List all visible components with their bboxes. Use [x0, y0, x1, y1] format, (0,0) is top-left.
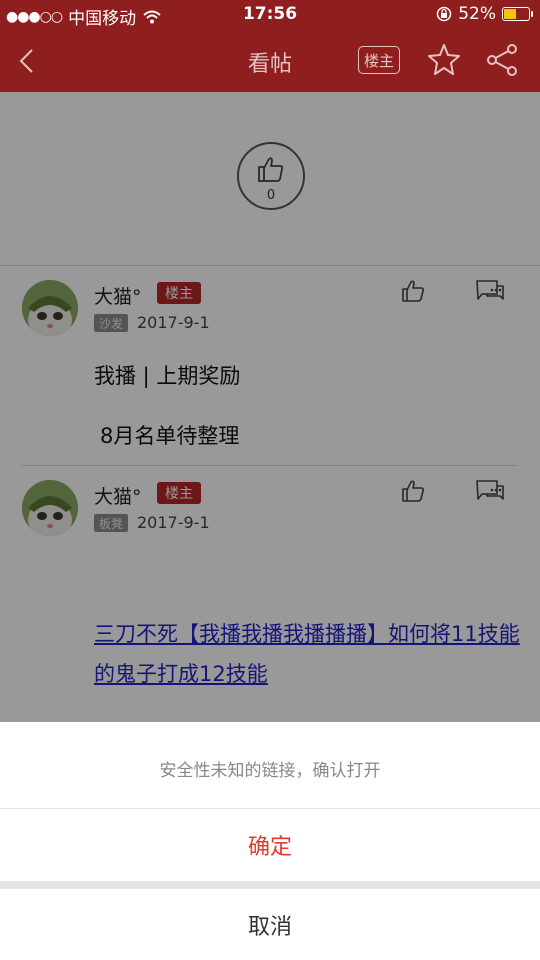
favorite-star-icon[interactable]	[426, 42, 462, 78]
rotation-lock-icon	[436, 6, 452, 22]
action-sheet-message: 安全性未知的链接，确认打开	[159, 761, 381, 781]
only-owner-button[interactable]: 楼主	[358, 46, 400, 74]
action-sheet: 安全性未知的链接，确认打开 确定 取消	[0, 722, 540, 960]
navbar: 看帖 楼主	[0, 30, 540, 92]
divider	[0, 881, 540, 889]
share-icon[interactable]	[484, 42, 520, 78]
confirm-button[interactable]: 确定	[0, 809, 540, 881]
battery-percent: 52%	[458, 4, 496, 24]
modal-backdrop[interactable]	[0, 92, 540, 722]
status-bar: ●●●○○ 中国移动 17:56 52%	[0, 0, 540, 30]
cancel-button[interactable]: 取消	[0, 889, 540, 960]
battery-icon	[502, 7, 533, 21]
